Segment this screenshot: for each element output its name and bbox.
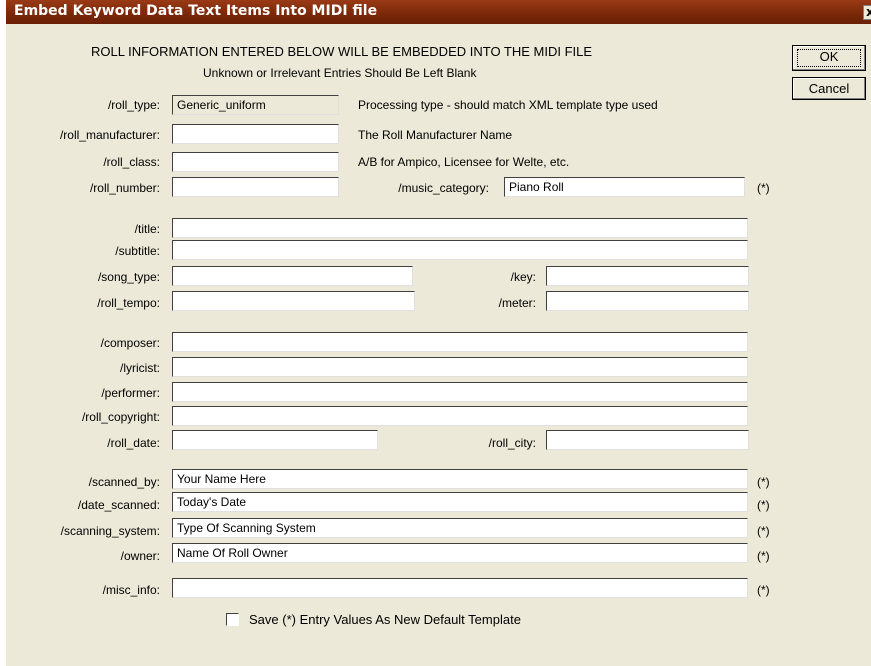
ok-button[interactable]: OK [792, 45, 866, 71]
scanning-system-label: /scanning_system: [60, 524, 160, 538]
template-marker: (*) [757, 524, 770, 538]
roll-number-label: /roll_number: [89, 181, 160, 195]
focus-rect [797, 49, 861, 67]
misc-info-field[interactable] [172, 578, 748, 598]
close-icon[interactable]: x [863, 5, 871, 20]
roll-class-field[interactable] [172, 152, 339, 172]
title-bar[interactable]: Embed Keyword Data Text Items Into MIDI … [6, 0, 871, 24]
subtitle-field[interactable] [172, 240, 748, 260]
lyricist-label: /lyricist: [120, 361, 160, 375]
dialog-window: Embed Keyword Data Text Items Into MIDI … [0, 0, 871, 666]
template-marker: (*) [757, 181, 770, 195]
music-category-field[interactable]: Piano Roll [504, 177, 745, 197]
performer-field[interactable] [172, 382, 748, 402]
misc-info-label: /misc_info: [102, 583, 160, 597]
title-label: /title: [134, 222, 160, 236]
lyricist-field[interactable] [172, 357, 748, 377]
scanning-system-field[interactable]: Type Of Scanning System [172, 518, 748, 538]
template-marker: (*) [757, 583, 770, 597]
scanned-by-label: /scanned_by: [88, 475, 160, 489]
template-marker: (*) [757, 498, 770, 512]
title-field[interactable] [172, 218, 748, 238]
composer-field[interactable] [172, 332, 748, 352]
date-scanned-label: /date_scanned: [77, 498, 160, 512]
cancel-button[interactable]: Cancel [792, 77, 866, 100]
roll-copyright-field[interactable] [172, 406, 748, 426]
music-category-label: /music_category: [398, 181, 489, 195]
roll-manufacturer-label: /roll_manufacturer: [59, 128, 160, 142]
roll-manufacturer-field[interactable] [172, 124, 339, 144]
key-field[interactable] [546, 266, 749, 286]
roll-copyright-label: /roll_copyright: [81, 410, 160, 424]
composer-label: /composer: [100, 336, 160, 350]
roll-date-label: /roll_date: [107, 436, 160, 450]
roll-date-field[interactable] [172, 430, 378, 450]
owner-field[interactable]: Name Of Roll Owner [172, 543, 748, 563]
roll-number-field[interactable] [172, 177, 339, 197]
cancel-label: Cancel [808, 81, 850, 96]
roll-tempo-label: /roll_tempo: [97, 296, 160, 310]
song-type-field[interactable] [172, 266, 413, 286]
meter-field[interactable] [546, 291, 749, 311]
save-default-label[interactable]: Save (*) Entry Values As New Default Tem… [249, 613, 521, 627]
template-marker: (*) [757, 475, 770, 489]
performer-label: /performer: [101, 386, 160, 400]
roll-class-label: /roll_class: [103, 155, 160, 169]
scanned-by-field[interactable]: Your Name Here [172, 469, 748, 489]
window-title: Embed Keyword Data Text Items Into MIDI … [14, 3, 378, 19]
subtitle-label: /subtitle: [115, 244, 160, 258]
roll-class-hint: A/B for Ampico, Licensee for Welte, etc. [358, 155, 570, 169]
header-instruction: ROLL INFORMATION ENTERED BELOW WILL BE E… [91, 44, 593, 59]
roll-type-hint: Processing type - should match XML templ… [358, 98, 658, 112]
save-default-checkbox[interactable] [226, 613, 239, 626]
roll-city-field[interactable] [546, 430, 749, 450]
key-label: /key: [510, 270, 536, 284]
roll-type-field: Generic_uniform [172, 95, 339, 115]
roll-tempo-field[interactable] [172, 291, 415, 311]
meter-label: /meter: [498, 296, 536, 310]
roll-type-label: /roll_type: [107, 98, 160, 112]
template-marker: (*) [757, 549, 770, 563]
owner-label: /owner: [120, 549, 160, 563]
header-subinstruction: Unknown or Irrelevant Entries Should Be … [203, 66, 477, 80]
roll-city-label: /roll_city: [488, 436, 536, 450]
song-type-label: /song_type: [97, 270, 160, 284]
date-scanned-field[interactable]: Today's Date [172, 492, 748, 512]
roll-manufacturer-hint: The Roll Manufacturer Name [358, 128, 513, 142]
